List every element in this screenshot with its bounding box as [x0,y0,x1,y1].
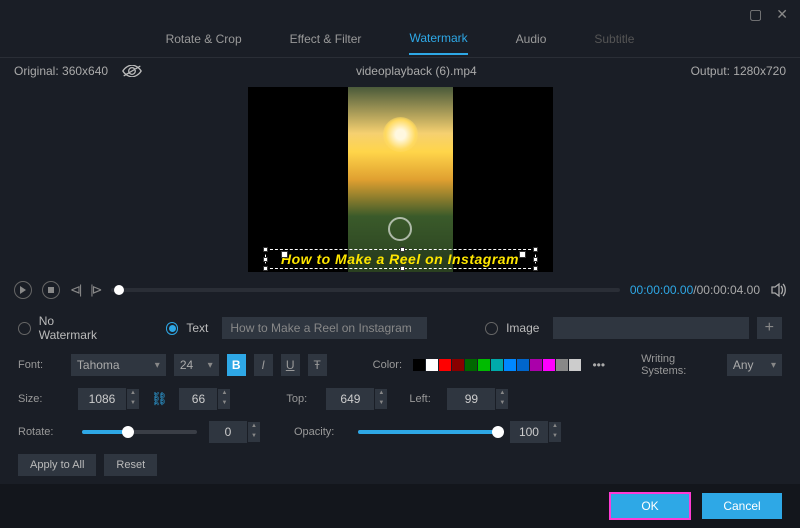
time-display: 00:00:00.00/00:00:04.00 [630,283,760,297]
bold-button[interactable]: B [227,354,246,376]
writing-systems-select[interactable]: Any [727,354,782,376]
top-input[interactable]: ▲▼ [326,388,387,410]
top-label: Top: [286,393,318,405]
cancel-button[interactable]: Cancel [702,493,782,519]
size-label: Size: [18,393,70,405]
tab-rotate-crop[interactable]: Rotate & Crop [166,32,242,54]
tab-effect-filter[interactable]: Effect & Filter [290,32,362,54]
strike-button[interactable]: Ŧ [308,354,327,376]
prev-frame-button[interactable]: ⊲| [70,282,80,298]
output-size-label: Output: 1280x720 [691,64,786,78]
color-swatch[interactable] [530,359,542,371]
play-button[interactable] [14,281,32,299]
color-swatch[interactable] [569,359,581,371]
watermark-image-input[interactable] [553,317,748,339]
radio-text[interactable] [166,322,179,335]
no-watermark-label: No Watermark [39,314,114,342]
fontsize-select[interactable]: 24 [174,354,219,376]
radio-image[interactable] [485,322,498,335]
seek-bar[interactable] [111,288,620,292]
color-swatch[interactable] [517,359,529,371]
tab-watermark[interactable]: Watermark [409,31,467,55]
color-swatch[interactable] [491,359,503,371]
color-swatch[interactable] [478,359,490,371]
volume-icon[interactable] [770,282,786,298]
video-frame [348,87,453,272]
next-frame-button[interactable]: |⊳ [90,282,100,298]
rotate-slider[interactable] [82,430,197,434]
width-input[interactable]: ▲▼ [78,388,139,410]
left-input[interactable]: ▲▼ [447,388,508,410]
video-preview: How to Make a Reel on Instagram [0,84,800,274]
font-select[interactable]: Tahoma [71,354,166,376]
opacity-slider[interactable] [358,430,498,434]
color-swatch[interactable] [504,359,516,371]
more-colors-button[interactable]: ••• [592,358,605,372]
link-aspect-icon[interactable]: ⛓ [151,391,168,407]
original-size-label: Original: 360x640 [14,64,108,78]
color-swatch[interactable] [465,359,477,371]
opacity-input[interactable]: ▲▼ [510,421,561,443]
tab-subtitle: Subtitle [594,32,634,54]
reset-button[interactable]: Reset [104,454,157,476]
underline-button[interactable]: U [281,354,300,376]
color-swatch[interactable] [413,359,425,371]
text-label: Text [186,321,208,335]
filename-label: videoplayback (6).mp4 [142,64,691,78]
apply-all-button[interactable]: Apply to All [18,454,96,476]
add-image-button[interactable]: + [757,317,782,339]
opacity-label: Opacity: [294,426,346,438]
color-swatch[interactable] [439,359,451,371]
rotate-input[interactable]: ▲▼ [209,421,260,443]
stop-button[interactable] [42,281,60,299]
font-label: Font: [18,359,63,371]
radio-no-watermark[interactable] [18,322,31,335]
preview-toggle-icon[interactable] [122,65,142,77]
watermark-text-input[interactable] [222,317,427,339]
color-swatch[interactable] [543,359,555,371]
image-label: Image [506,321,539,335]
color-swatch[interactable] [556,359,568,371]
minimize-button[interactable]: ▢ [749,6,762,23]
tab-audio[interactable]: Audio [516,32,547,54]
color-swatch[interactable] [426,359,438,371]
color-swatch[interactable] [452,359,464,371]
close-button[interactable]: ✕ [776,6,788,23]
left-label: Left: [409,393,439,405]
ok-button[interactable]: OK [610,493,690,519]
height-input[interactable]: ▲▼ [179,388,230,410]
color-label: Color: [373,359,406,371]
italic-button[interactable]: I [254,354,273,376]
writing-systems-label: Writing Systems: [641,353,719,377]
color-swatches [413,359,581,371]
rotate-label: Rotate: [18,426,70,438]
